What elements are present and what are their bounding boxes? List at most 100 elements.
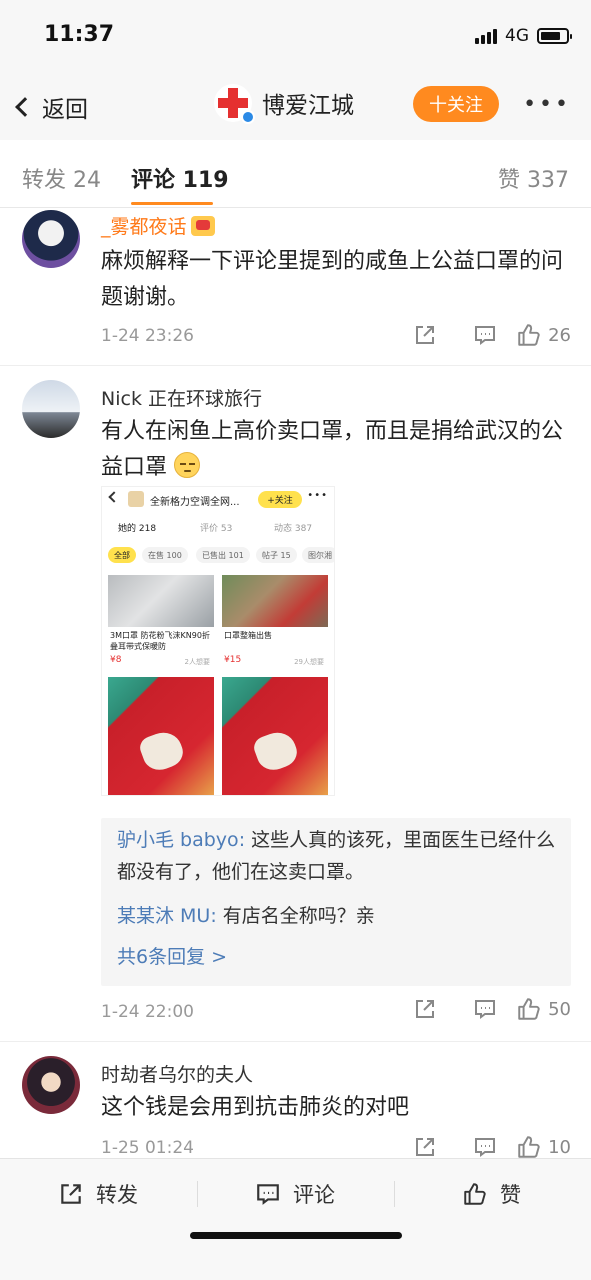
like-post-button[interactable]: 赞 [462,1179,521,1209]
follow-button[interactable]: 十关注 [413,86,499,122]
reply-item: 驴小毛 babyo: 这些人真的该死，里面医生已经什么都没有了，他们在这卖口罩。 [117,824,563,888]
comment-actions: 26 [395,322,571,348]
image-chip: 帖子 15 [256,547,297,563]
comment-button[interactable]: 评论 [255,1179,335,1209]
comment-actions: 50 [395,996,571,1022]
product-photo [222,677,328,795]
image-tab: 她的 218 [118,524,157,534]
comment-item: 时劫者乌尔的夫人 这个钱是会用到抗击肺炎的对吧 1-25 01:24 10 [0,1042,591,1172]
comment-time: 1-25 01:24 [101,1138,194,1158]
comment-text-body: 有人在闲鱼上高价卖口罩，而且是捐给武汉的公益口罩 [101,419,564,480]
image-product-card: 口罩整箱出售 ¥15 29人想要 [222,575,328,669]
divider [197,1181,198,1207]
like-button[interactable]: 50 [515,996,571,1022]
product-title: 3M口罩 防花粉飞沫KN90折叠耳带式保暖防 [110,631,210,651]
comment-text: 这个钱是会用到抗击肺炎的对吧 [101,1095,410,1120]
tab-likes[interactable]: 赞 337 [498,162,569,194]
back-label: 返回 [42,97,88,123]
thumbs-up-icon [464,1183,486,1205]
product-photo [108,575,214,627]
comment-icon [475,326,495,345]
product-photo [222,575,328,627]
product-price: ¥15 29人想要 [222,655,328,669]
like-label: 赞 [500,1183,521,1207]
image-tabs: 她的 218 评价 53 动态 387 [102,513,334,539]
reply-username[interactable]: 某某沐 MU [117,905,210,927]
share-button[interactable] [395,997,455,1021]
detail-tabs: 转发 24 评论 119 赞 337 [0,140,591,208]
more-options-button[interactable]: ••• [523,92,571,117]
like-count: 50 [548,998,571,1020]
reply-button[interactable] [455,1135,515,1159]
chevron-left-icon [15,97,35,117]
reply-colon: : [210,905,223,927]
avatar[interactable] [22,380,80,438]
verified-badge-icon [241,110,255,124]
seller-name: 全新格力空调全网... [150,497,240,508]
comment-icon [475,1000,495,1019]
tab-repost[interactable]: 转发 24 [22,162,101,194]
comment-time: 1-24 23:26 [101,326,194,346]
image-tab: 评价 53 [200,524,233,534]
comment-username[interactable]: Nick 正在环球旅行 [101,384,262,411]
like-count: 10 [548,1136,571,1158]
back-button[interactable]: 返回 [15,90,88,124]
reply-text: 有店名全称吗？亲 [222,905,375,927]
home-indicator[interactable] [190,1232,402,1239]
thumbs-up-icon [518,324,540,346]
status-time: 11:37 [44,22,115,47]
speechless-emoji-icon [174,452,201,478]
attached-image[interactable]: 全新格力空调全网... +关注 ••• 她的 218 评价 53 动态 387 … [101,486,335,796]
reply-button[interactable] [455,323,515,347]
reply-colon: : [238,829,252,851]
repost-button[interactable]: 转发 [58,1179,138,1209]
like-button[interactable]: 26 [515,322,571,348]
image-more-label: ••• [307,490,328,501]
reply-item: 某某沐 MU: 有店名全称吗？亲 [117,900,563,932]
comment-username[interactable]: 时劫者乌尔的夫人 [101,1060,253,1087]
wants-count: 29人想要 [294,658,324,666]
tab-comments[interactable]: 评论 119 [131,162,229,194]
avatar[interactable] [22,1056,80,1114]
thumbs-up-icon [518,1136,540,1158]
status-bar: 11:37 4G [0,0,591,70]
share-icon [416,1138,434,1156]
like-button[interactable]: 10 [515,1134,571,1160]
image-top-bar: 全新格力空调全网... +关注 ••• [102,487,334,513]
product-price: ¥8 2人想要 [108,655,214,669]
like-count: 26 [548,324,571,346]
image-follow-label: +关注 [258,491,302,508]
share-icon [416,326,434,344]
image-filter-chips: 全部 在售 100 已售出 101 帖子 15 图尔湘 [102,539,334,569]
image-product-card: 3M口罩 防花粉飞沫KN90折叠耳带式保暖防 ¥8 2人想要 [108,575,214,669]
vip-badge-icon [190,216,215,236]
account-header[interactable]: 博爱江城 [214,84,354,124]
avatar[interactable] [22,210,80,268]
product-title: 口罩整箱出售 [224,631,272,640]
account-avatar [214,84,255,124]
nav-bar: 返回 博爱江城 十关注 ••• [0,70,591,140]
comment-item: _雾都夜话 麻烦解释一下评论里提到的咸鱼上公益口罩的问题谢谢。 1-24 23:… [0,208,591,366]
tab-active-indicator [131,202,213,205]
image-chip: 全部 [108,547,136,563]
image-chip: 在售 100 [142,547,188,563]
reply-button[interactable] [455,997,515,1021]
reply-preview[interactable]: 驴小毛 babyo: 这些人真的该死，里面医生已经什么都没有了，他们在这卖口罩。… [101,818,571,986]
signal-icon [475,28,497,44]
divider [394,1181,395,1207]
repost-label: 转发 [96,1183,138,1207]
reply-username[interactable]: 驴小毛 babyo [117,829,239,851]
comment-label: 评论 [293,1183,335,1207]
comment-text: 麻烦解释一下评论里提到的咸鱼上公益口罩的问题谢谢。 [101,249,564,310]
network-label: 4G [505,26,529,46]
image-tab: 动态 387 [274,524,313,534]
share-button[interactable] [395,323,455,347]
image-chip: 已售出 101 [196,547,250,563]
comment-item: Nick 正在环球旅行 有人在闲鱼上高价卖口罩，而且是捐给武汉的公益口罩 全新格… [0,366,591,1042]
share-button[interactable] [395,1135,455,1159]
share-icon [61,1184,81,1204]
view-all-replies-link[interactable]: 共6条回复 > [117,942,227,969]
bottom-action-bar: 转发 评论 赞 [0,1158,591,1280]
comment-username[interactable]: _雾都夜话 [101,212,215,239]
seller-avatar [128,491,144,507]
